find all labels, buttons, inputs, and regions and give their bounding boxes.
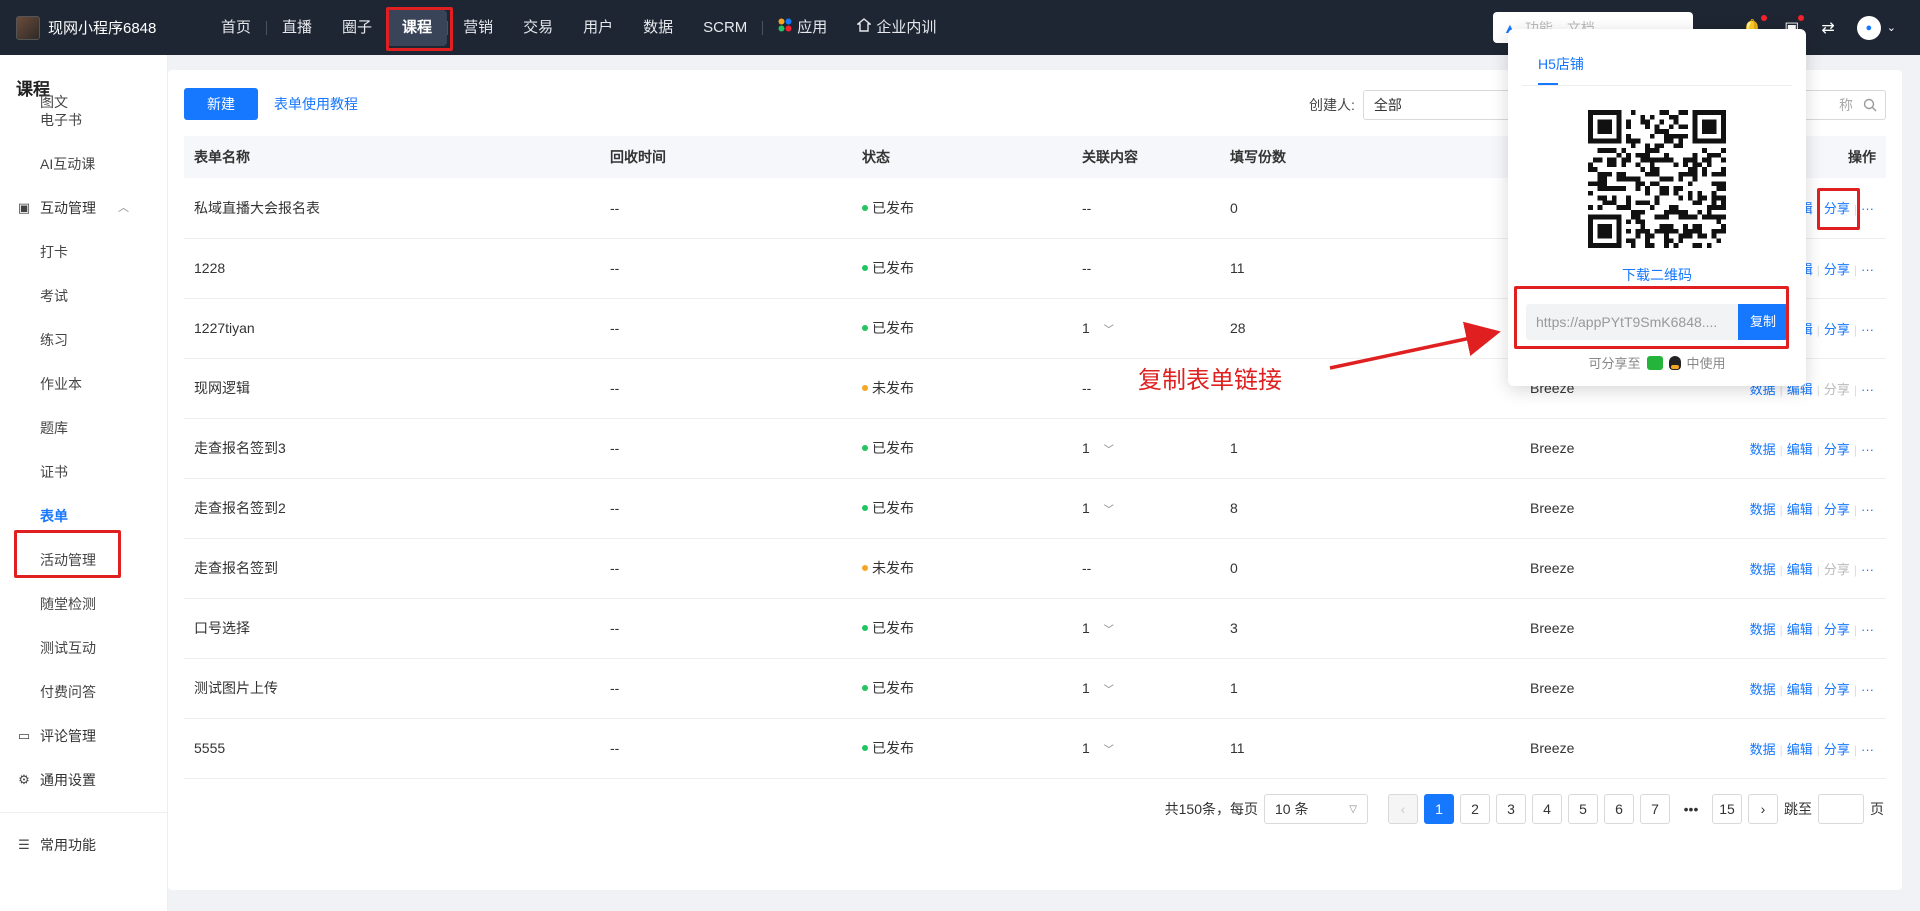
annotation-arrow <box>1329 321 1501 370</box>
